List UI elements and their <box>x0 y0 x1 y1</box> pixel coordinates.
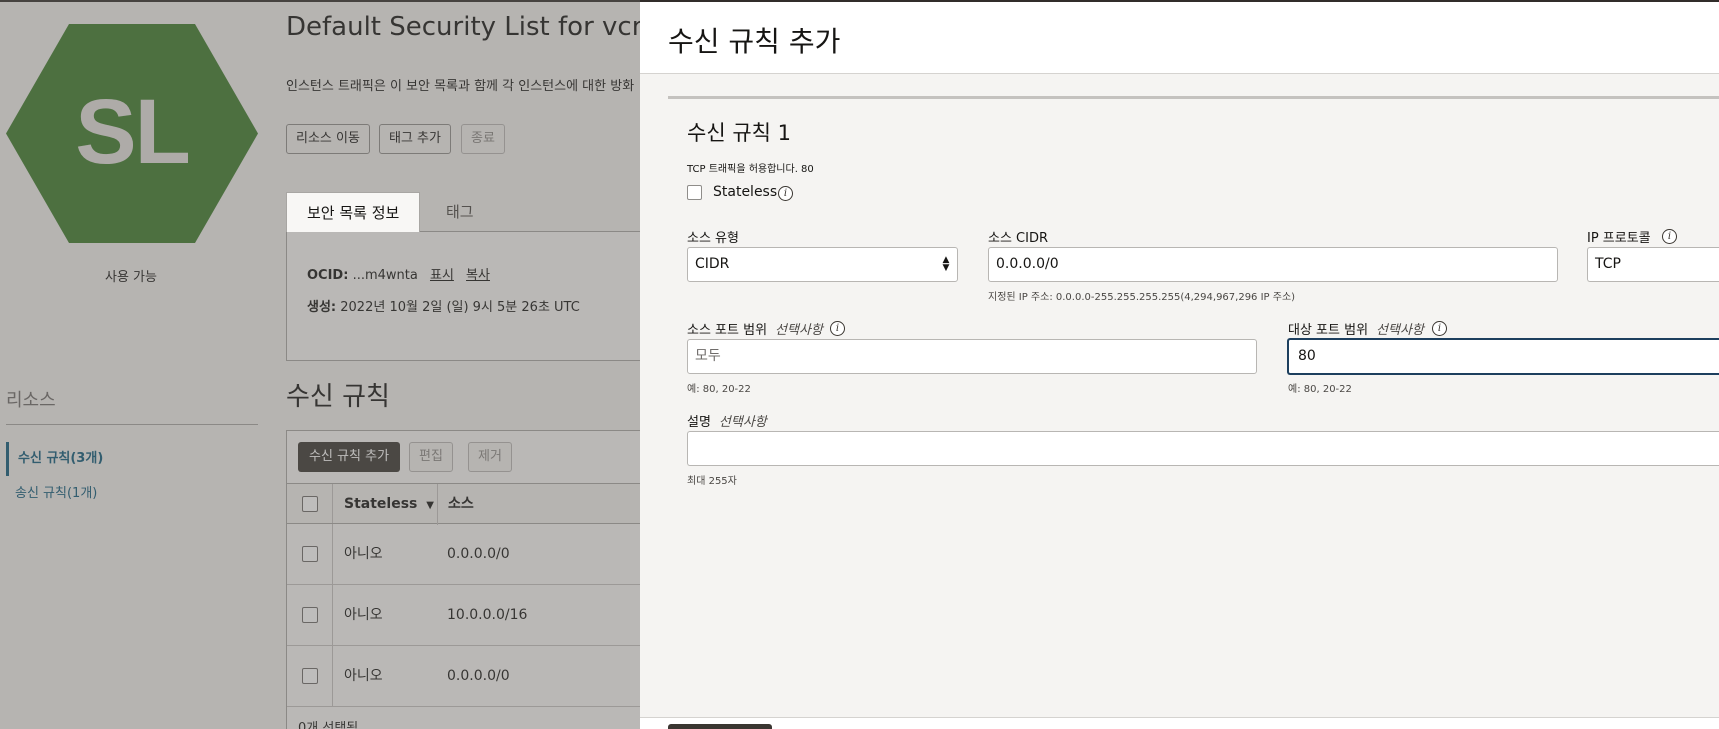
dest-port-label-text: 대상 포트 범위 <box>1288 323 1369 338</box>
dest-port-label: 대상 포트 범위 선택사항 <box>1288 319 1424 338</box>
ip-protocol-label: IP 프로토콜 <box>1587 231 1651 246</box>
rule-separator <box>668 96 1719 99</box>
modal-overlay[interactable] <box>0 0 640 729</box>
select-arrows-icon: ▲ ▼ <box>942 255 950 273</box>
dest-port-hint: 예: 80, 20-22 <box>1288 384 1352 395</box>
drawer-title: 수신 규칙 추가 <box>668 25 841 58</box>
source-port-label: 소스 포트 범위 선택사항 <box>687 319 823 338</box>
description-input[interactable] <box>687 431 1719 466</box>
source-port-label-text: 소스 포트 범위 <box>687 323 768 338</box>
source-cidr-label: 소스 CIDR <box>988 231 1049 246</box>
optional-tag: 선택사항 <box>1376 323 1424 338</box>
info-icon[interactable]: i <box>1432 321 1447 336</box>
info-icon[interactable]: i <box>830 321 845 336</box>
drawer-footer-divider <box>640 717 1719 718</box>
description-hint: 최대 255자 <box>687 476 737 487</box>
description-label: 설명 선택사항 <box>687 411 767 430</box>
dest-port-input[interactable]: 80 <box>1287 338 1719 375</box>
info-icon[interactable]: i <box>1662 229 1677 244</box>
drawer-body: 수신 규칙 1 TCP 트래픽을 허용합니다. 80 Stateless i 소… <box>640 74 1719 717</box>
source-port-input[interactable]: 모두 <box>687 339 1257 374</box>
description-label-text: 설명 <box>687 415 711 430</box>
add-ingress-rule-submit-button[interactable] <box>668 724 772 729</box>
source-type-select[interactable]: CIDR ▲ ▼ <box>687 247 958 282</box>
add-ingress-rule-drawer: 수신 규칙 추가 수신 규칙 1 TCP 트래픽을 허용합니다. 80 Stat… <box>640 2 1719 729</box>
optional-tag: 선택사항 <box>775 323 823 338</box>
source-port-hint: 예: 80, 20-22 <box>687 384 751 395</box>
source-type-label: 소스 유형 <box>687 231 739 246</box>
info-icon[interactable]: i <box>778 186 793 201</box>
rule-summary: TCP 트래픽을 허용합니다. 80 <box>687 164 814 175</box>
source-cidr-input[interactable]: 0.0.0.0/0 <box>988 247 1558 282</box>
source-type-value: CIDR <box>695 256 730 272</box>
tab-security-list-info[interactable]: 보안 목록 정보 <box>286 192 421 232</box>
source-cidr-hint: 지정된 IP 주소: 0.0.0.0-255.255.255.255(4,294… <box>988 292 1296 303</box>
optional-tag: 선택사항 <box>718 415 767 430</box>
rule-title: 수신 규칙 1 <box>687 121 791 145</box>
ip-protocol-select[interactable]: TCP <box>1587 247 1719 282</box>
stateless-checkbox[interactable] <box>687 185 702 200</box>
stateless-label[interactable]: Stateless <box>713 184 777 200</box>
